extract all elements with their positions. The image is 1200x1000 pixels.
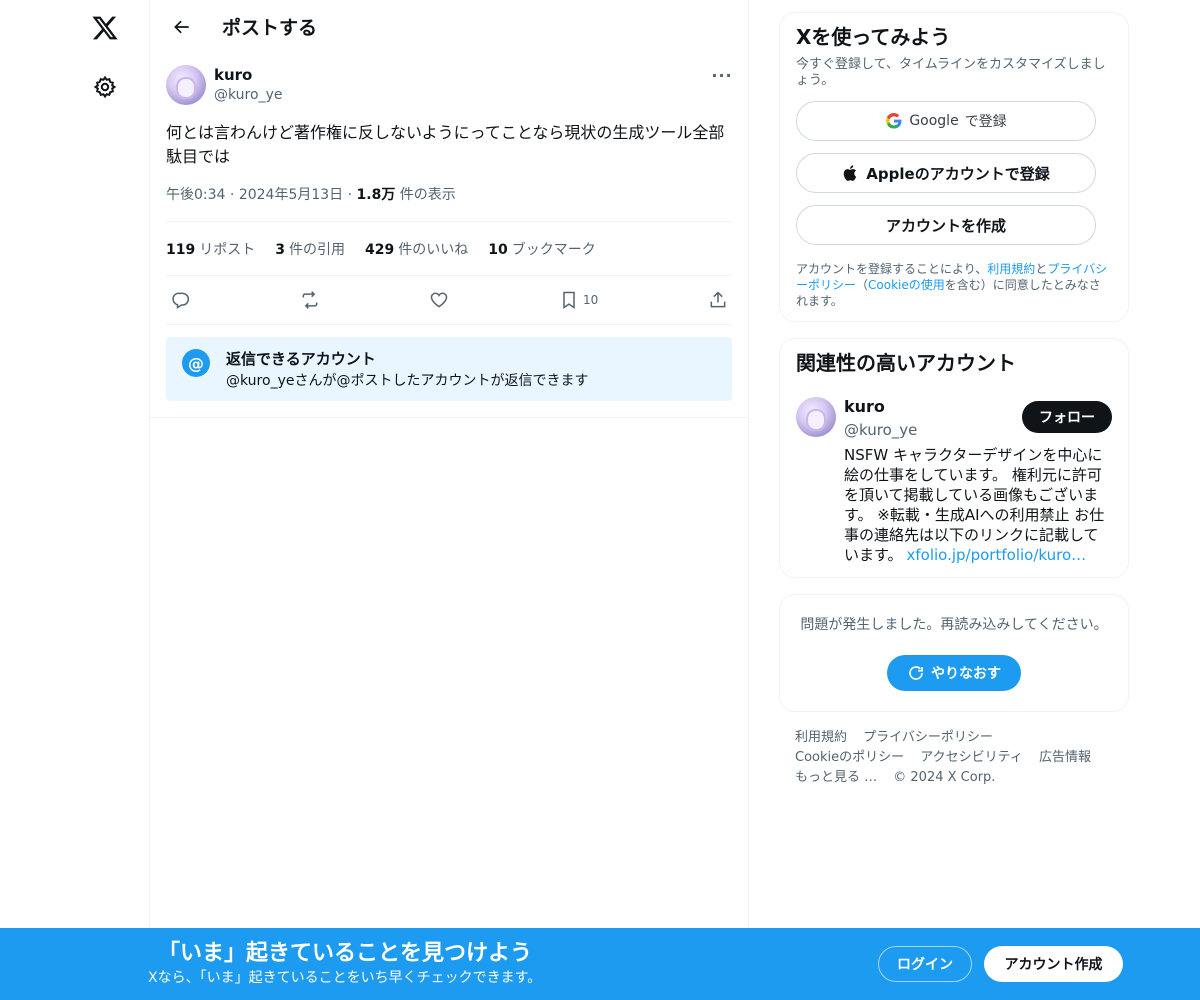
meta-separator: · bbox=[347, 187, 353, 203]
signup-subtitle: 今すぐ登録して、タイムラインをカスタマイズしましょう。 bbox=[796, 57, 1106, 88]
post-meta: 午後0:34 · 2024年5月13日 · 1.8万 件の表示 bbox=[166, 185, 732, 205]
bottom-banner: 「いま」起きていることを見つけよう Xなら、「いま」起きていることをいち早くチェ… bbox=[0, 928, 1200, 1000]
stat-bookmarks[interactable]: 10 ブックマーク bbox=[488, 239, 595, 259]
apple-icon bbox=[844, 165, 857, 181]
apple-signup-label: Appleのアカウントで登録 bbox=[866, 164, 1050, 183]
banner-title: 「いま」起きていることを見つけよう bbox=[158, 941, 533, 966]
right-sidebar: Xを使ってみよう 今すぐ登録して、タイムラインをカスタマイズしましょう。 Goo… bbox=[779, 12, 1129, 788]
footer-accessibility-link[interactable]: アクセシビリティ bbox=[920, 750, 1023, 765]
author-name[interactable]: kuro bbox=[214, 65, 282, 85]
avatar[interactable] bbox=[166, 65, 206, 105]
banner-subtitle: Xなら、「いま」起きていることをいち早くチェックできます。 bbox=[148, 970, 542, 986]
error-card: 問題が発生しました。再読み込みしてください。 やりなおす bbox=[779, 594, 1129, 712]
footer-terms-link[interactable]: 利用規約 bbox=[795, 730, 847, 745]
repost-icon bbox=[302, 291, 318, 309]
reply-restriction-title: 返信できるアカウント bbox=[226, 350, 376, 368]
terms-link[interactable]: 利用規約 bbox=[987, 262, 1035, 276]
footer-ads-link[interactable]: 広告情報 bbox=[1039, 750, 1091, 765]
signup-card: Xを使ってみよう 今すぐ登録して、タイムラインをカスタマイズしましょう。 Goo… bbox=[779, 12, 1129, 322]
post-date[interactable]: 2024年5月13日 bbox=[239, 187, 343, 203]
apple-signup-button[interactable]: Appleのアカウントで登録 bbox=[796, 153, 1096, 193]
page-header: ポストする bbox=[150, 0, 748, 53]
signup-title: Xを使ってみよう bbox=[796, 25, 951, 49]
create-account-button[interactable]: アカウントを作成 bbox=[796, 205, 1096, 245]
related-bio: NSFW キャラクターデザインを中心に絵の仕事をしています。 権利元に許可を頂い… bbox=[844, 446, 1105, 564]
left-nav bbox=[0, 0, 150, 1000]
at-icon: @ bbox=[182, 349, 210, 377]
x-logo-icon[interactable] bbox=[84, 7, 126, 49]
reply-icon bbox=[172, 292, 190, 309]
cookie-link[interactable]: Cookieの使用 bbox=[868, 278, 945, 292]
post-author: kuro @kuro_ye ··· bbox=[166, 65, 732, 107]
post-time[interactable]: 午後0:34 bbox=[166, 187, 225, 203]
bio-link[interactable]: xfolio.jp/portfolio/kuro… bbox=[907, 546, 1087, 564]
heart-icon bbox=[431, 292, 448, 308]
post-actions: 10 bbox=[166, 276, 732, 324]
footer-more-link[interactable]: もっと見る … bbox=[795, 770, 877, 785]
reply-button[interactable] bbox=[170, 290, 190, 310]
footer-links: 利用規約 プライバシーポリシー Cookieのポリシー アクセシビリティ 広告情… bbox=[779, 728, 1129, 788]
post-text: 何とは言わんけど著作権に反しないようにってことなら現状の生成ツール全部駄目では bbox=[166, 123, 725, 166]
divider bbox=[166, 324, 732, 325]
bookmark-button[interactable]: 10 bbox=[559, 290, 598, 310]
more-icon[interactable]: ··· bbox=[711, 65, 732, 85]
share-button[interactable] bbox=[708, 290, 728, 310]
author-handle[interactable]: @kuro_ye bbox=[214, 85, 282, 105]
login-button[interactable]: ログイン bbox=[878, 946, 972, 982]
back-arrow-icon[interactable] bbox=[164, 9, 200, 45]
related-accounts-card: 関連性の高いアカウント kuro @kuro_ye NSFW キャラクターデザイ… bbox=[779, 338, 1129, 578]
related-account[interactable]: kuro @kuro_ye NSFW キャラクターデザインを中心に絵の仕事をして… bbox=[796, 397, 1112, 565]
reply-restriction-subtitle: @kuro_yeさんが@ポストしたアカウントが返信できます bbox=[226, 373, 589, 389]
gear-icon[interactable] bbox=[84, 66, 126, 108]
google-signup-button[interactable]: Google で登録 bbox=[796, 101, 1096, 141]
avatar[interactable] bbox=[796, 397, 836, 437]
post-stats: 119 リポスト 3 件の引用 429 件のいいね 10 ブックマーク bbox=[166, 222, 732, 275]
stat-reposts[interactable]: 119 リポスト bbox=[166, 239, 255, 259]
reply-restriction-box: @ 返信できるアカウント @kuro_yeさんが@ポストしたアカウントが返信でき… bbox=[166, 337, 732, 401]
related-accounts-title: 関連性の高いアカウント bbox=[796, 351, 1016, 375]
stat-quotes[interactable]: 3 件の引用 bbox=[275, 239, 345, 259]
signup-button[interactable]: アカウント作成 bbox=[984, 946, 1123, 982]
refresh-icon bbox=[909, 666, 923, 680]
repost-button[interactable] bbox=[300, 290, 320, 310]
bookmark-icon bbox=[563, 291, 575, 309]
retry-button[interactable]: やりなおす bbox=[887, 655, 1021, 691]
share-icon bbox=[710, 291, 726, 308]
meta-separator: · bbox=[229, 187, 235, 203]
follow-button[interactable]: フォロー bbox=[1022, 401, 1112, 433]
views-count: 1.8万 bbox=[356, 187, 396, 203]
google-icon bbox=[886, 112, 902, 129]
page-title: ポストする bbox=[222, 17, 318, 39]
copyright: © 2024 X Corp. bbox=[893, 770, 996, 785]
error-message: 問題が発生しました。再読み込みしてください。 bbox=[800, 617, 1108, 633]
post: kuro @kuro_ye ··· 何とは言わんけど著作権に反しないようにってこ… bbox=[150, 53, 748, 418]
footer-cookie-link[interactable]: Cookieのポリシー bbox=[795, 750, 904, 765]
google-signup-label: で登録 bbox=[964, 114, 1007, 130]
google-brand: Google bbox=[909, 113, 959, 129]
retry-label: やりなおす bbox=[931, 666, 1001, 682]
stat-likes[interactable]: 429 件のいいね bbox=[365, 239, 468, 259]
main-column: ポストする kuro @kuro_ye ··· 何とは言わんけど著作権に反しない… bbox=[149, 0, 749, 1000]
views-label: 件の表示 bbox=[399, 187, 456, 203]
bookmark-count: 10 bbox=[583, 293, 599, 307]
create-account-label: アカウントを作成 bbox=[885, 216, 1006, 235]
footer-privacy-link[interactable]: プライバシーポリシー bbox=[863, 730, 993, 745]
signup-legal: アカウントを登録することにより、利用規約とプライバシーポリシー（Cookieの使… bbox=[796, 262, 1108, 308]
like-button[interactable] bbox=[429, 290, 449, 310]
